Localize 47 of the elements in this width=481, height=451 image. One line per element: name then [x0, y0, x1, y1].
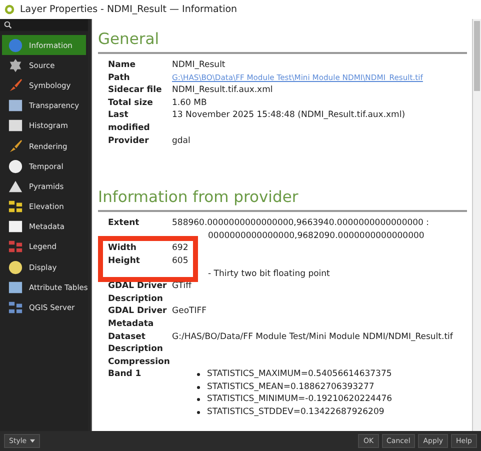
- statistic-text: STATISTICS_MAXIMUM=0.54056614637375: [207, 368, 392, 381]
- brush-icon: [8, 138, 23, 154]
- legend-icon: [8, 239, 23, 254]
- statistic-text: STATISTICS_MEAN=0.18862706393277: [207, 380, 374, 394]
- pyramid-icon: [8, 178, 23, 194]
- field-label: GDAL Driver Description: [108, 281, 167, 304]
- bullet-icon: [197, 386, 200, 389]
- scrollbar[interactable]: [472, 19, 481, 431]
- bullet-icon: [197, 398, 200, 402]
- field-value: 1.60 MB: [172, 98, 207, 108]
- field-value: 588960.0000000000000000,9663940.0000000000000000 :: [172, 218, 430, 228]
- field-label: GDAL Driver Metadata: [108, 306, 167, 329]
- window-title: Layer Properties - NDMI_Result — Information: [20, 4, 238, 15]
- brush-icon: [8, 78, 23, 93]
- field-label: Provider: [108, 136, 149, 146]
- search-field[interactable]: [0, 19, 88, 31]
- info-icon: [8, 38, 23, 53]
- field-label: Dataset Description: [108, 332, 163, 354]
- field-value: 0000000000000000,9682090.0000000000000000: [208, 230, 424, 241]
- field-value: gdal: [172, 136, 190, 146]
- statistic-text: STATISTICS_STDDEV=0.13422687926209: [207, 406, 384, 419]
- field-value: - Thirty two bit floating point: [208, 268, 330, 279]
- field-value: G:/HAS/BO/Data/FF Module Test/Mini Module NDMI/NDMI_Result.tif: [172, 332, 453, 342]
- field-value: 692: [172, 243, 188, 254]
- search-icon: [4, 21, 12, 29]
- bullet-icon: [197, 373, 200, 376]
- field-label: Width: [108, 243, 136, 254]
- statistic-text: STATISTICS_MINIMUM=-0.19210620224476: [207, 393, 392, 406]
- bullet-icon: [197, 410, 200, 414]
- field-value: GeoTIFF: [172, 306, 206, 316]
- field-label: Total size: [108, 98, 153, 108]
- field-label: Compression: [108, 356, 170, 367]
- field-label: Extent: [108, 218, 140, 228]
- field-value: 605: [172, 256, 188, 266]
- field-label: Height: [108, 256, 140, 266]
- field-label: Name: [108, 60, 136, 70]
- field-value: NDMI_Result: [172, 60, 226, 70]
- field-value: 13 November 2025 15:48:48 (NDMI_Result.tif.aux.xml): [172, 110, 406, 120]
- app-logo-icon: [4, 4, 15, 15]
- field-label: Path: [108, 72, 130, 83]
- section-heading: General: [98, 29, 160, 50]
- field-label: Band 1: [108, 369, 142, 380]
- field-label: Last modified: [108, 110, 150, 133]
- field-value: NDMI_Result.tif.aux.xml: [172, 85, 273, 96]
- caret-icon: [30, 439, 35, 443]
- field-label: Sidecar file: [108, 85, 162, 96]
- section-heading: Information from provider: [98, 187, 300, 208]
